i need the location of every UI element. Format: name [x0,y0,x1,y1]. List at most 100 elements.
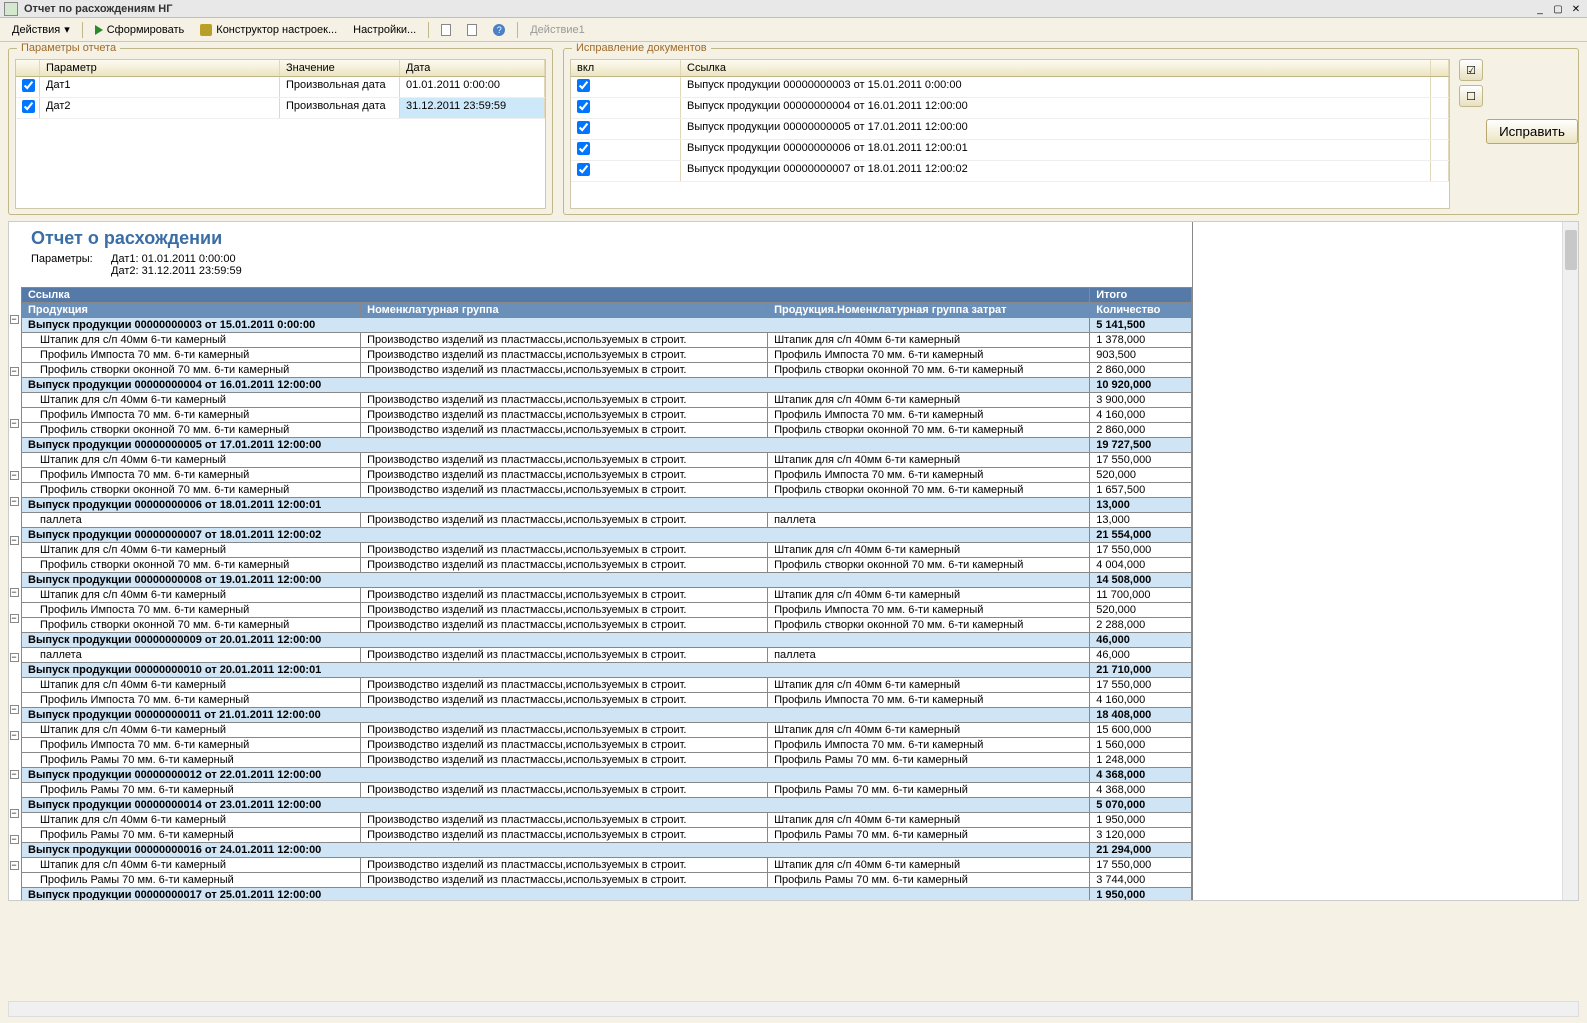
collapse-toggle[interactable]: − [10,770,19,779]
doc-checkbox[interactable] [577,142,590,155]
docs-row[interactable]: Выпуск продукции 00000000007 от 18.01.20… [571,161,1449,182]
uncheck-all-button[interactable]: ☐ [1459,85,1483,107]
docs-row[interactable]: Выпуск продукции 00000000005 от 17.01.20… [571,119,1449,140]
doc-checkbox[interactable] [577,163,590,176]
docs-row[interactable]: Выпуск продукции 00000000004 от 16.01.20… [571,98,1449,119]
close-icon[interactable]: ✕ [1569,2,1583,16]
detail-row[interactable]: Профиль Импоста 70 мм. 6-ти камерныйПрои… [22,348,1192,363]
detail-row[interactable]: Штапик для с/п 40мм 6-ти камерныйПроизво… [22,858,1192,873]
collapse-toggle[interactable]: − [10,861,19,870]
detail-row[interactable]: Профиль Импоста 70 мм. 6-ти камерныйПрои… [22,693,1192,708]
collapse-toggle[interactable]: − [10,497,19,506]
detail-row[interactable]: Профиль Рамы 70 мм. 6-ти камерныйПроизво… [22,873,1192,888]
collapse-toggle[interactable]: − [10,705,19,714]
docs-legend: Исправление документов [572,42,711,54]
group-row[interactable]: Выпуск продукции 00000000014 от 23.01.20… [22,798,1192,813]
docs-row[interactable]: Выпуск продукции 00000000003 от 15.01.20… [571,77,1449,98]
group-row[interactable]: Выпуск продукции 00000000008 от 19.01.20… [22,573,1192,588]
detail-row[interactable]: Профиль створки оконной 70 мм. 6-ти каме… [22,558,1192,573]
detail-row[interactable]: Профиль Рамы 70 мм. 6-ти камерныйПроизво… [22,828,1192,843]
group-row[interactable]: Выпуск продукции 00000000009 от 20.01.20… [22,633,1192,648]
detail-row[interactable]: Профиль створки оконной 70 мм. 6-ти каме… [22,423,1192,438]
group-row[interactable]: Выпуск продукции 00000000004 от 16.01.20… [22,378,1192,393]
collapse-toggle[interactable]: − [10,588,19,597]
docs-grid: вкл Ссылка Выпуск продукции 00000000003 … [570,59,1450,209]
doc-link: Выпуск продукции 00000000006 от 18.01.20… [681,140,1431,160]
doc-checkbox[interactable] [577,121,590,134]
group-row[interactable]: Выпуск продукции 00000000003 от 15.01.20… [22,318,1192,333]
collapse-toggle[interactable]: − [10,471,19,480]
minimize-icon[interactable]: _ [1533,2,1547,16]
detail-row[interactable]: Штапик для с/п 40мм 6-ти камерныйПроизво… [22,813,1192,828]
collapse-toggle[interactable]: − [10,419,19,428]
fix-button[interactable]: Исправить [1486,119,1578,144]
detail-row[interactable]: паллетаПроизводство изделий из пластмасс… [22,513,1192,528]
col-param: Параметр [40,60,280,76]
group-row[interactable]: Выпуск продукции 00000000007 от 18.01.20… [22,528,1192,543]
detail-row[interactable]: Штапик для с/п 40мм 6-ти камерныйПроизво… [22,453,1192,468]
param-value: Произвольная дата [280,77,400,97]
param-checkbox[interactable] [22,100,35,113]
restore-icon[interactable]: ▢ [1551,2,1565,16]
detail-row[interactable]: Профиль Рамы 70 мм. 6-ти камерныйПроизво… [22,753,1192,768]
horizontal-scrollbar[interactable] [8,1001,1579,1017]
detail-row[interactable]: Профиль Импоста 70 мм. 6-ти камерныйПрои… [22,603,1192,618]
detail-row[interactable]: Штапик для с/п 40мм 6-ти камерныйПроизво… [22,678,1192,693]
collapse-toggle[interactable]: − [10,315,19,324]
collapse-toggle[interactable]: − [10,809,19,818]
detail-row[interactable]: Профиль Импоста 70 мм. 6-ти камерныйПрои… [22,468,1192,483]
titlebar: Отчет по расхождениям НГ _ ▢ ✕ [0,0,1587,18]
check-all-button[interactable]: ☑ [1459,59,1483,81]
document-icon [441,24,451,36]
report-table: Ссылка Итого Продукция Номенклатурная гр… [21,287,1192,900]
group-row[interactable]: Выпуск продукции 00000000011 от 21.01.20… [22,708,1192,723]
group-row[interactable]: Выпуск продукции 00000000005 от 17.01.20… [22,438,1192,453]
detail-row[interactable]: Профиль створки оконной 70 мм. 6-ти каме… [22,363,1192,378]
app-icon [4,2,18,16]
collapse-toggle[interactable]: − [10,731,19,740]
detail-row[interactable]: Штапик для с/п 40мм 6-ти камерныйПроизво… [22,543,1192,558]
vertical-scrollbar[interactable] [1562,222,1578,900]
detail-row[interactable]: Штапик для с/п 40мм 6-ти камерныйПроизво… [22,333,1192,348]
detail-row[interactable]: Профиль створки оконной 70 мм. 6-ти каме… [22,483,1192,498]
collapse-toggle[interactable]: − [10,367,19,376]
collapse-toggle[interactable]: − [10,614,19,623]
help-button[interactable]: ? [487,22,511,38]
detail-row[interactable]: Штапик для с/п 40мм 6-ти камерныйПроизво… [22,393,1192,408]
action1-button[interactable]: Действие1 [524,22,590,38]
col-on: вкл [571,60,681,76]
params-row[interactable]: Дат1Произвольная дата01.01.2011 0:00:00 [16,77,545,98]
params-row[interactable]: Дат2Произвольная дата31.12.2011 23:59:59 [16,98,545,119]
detail-row[interactable]: Профиль створки оконной 70 мм. 6-ти каме… [22,618,1192,633]
actions-menu[interactable]: Действия ▾ [6,21,76,38]
group-row[interactable]: Выпуск продукции 00000000012 от 22.01.20… [22,768,1192,783]
settings-designer-button[interactable]: Конструктор настроек... [194,22,343,38]
doc-checkbox[interactable] [577,100,590,113]
form-button[interactable]: Сформировать [89,22,191,38]
settings-button[interactable]: Настройки... [347,22,422,38]
detail-row[interactable]: Штапик для с/п 40мм 6-ти камерныйПроизво… [22,588,1192,603]
docs-row[interactable]: Выпуск продукции 00000000006 от 18.01.20… [571,140,1449,161]
detail-row[interactable]: Профиль Импоста 70 мм. 6-ти камерныйПрои… [22,408,1192,423]
collapse-toggle[interactable]: − [10,835,19,844]
group-row[interactable]: Выпуск продукции 00000000010 от 20.01.20… [22,663,1192,678]
doc-checkbox[interactable] [577,79,590,92]
group-row[interactable]: Выпуск продукции 00000000006 от 18.01.20… [22,498,1192,513]
collapse-toggle[interactable]: − [10,536,19,545]
params-panel: Параметры отчета Параметр Значение Дата … [8,48,553,215]
param-checkbox[interactable] [22,79,35,92]
docs-side-buttons: ☑ ☐ [1456,59,1486,208]
detail-row[interactable]: Штапик для с/п 40мм 6-ти камерныйПроизво… [22,723,1192,738]
params-legend: Параметры отчета [17,42,120,54]
detail-row[interactable]: Профиль Рамы 70 мм. 6-ти камерныйПроизво… [22,783,1192,798]
detail-row[interactable]: Профиль Импоста 70 мм. 6-ти камерныйПрои… [22,738,1192,753]
params-label: Параметры: [31,253,111,265]
doc-button-2[interactable] [461,22,483,38]
group-row[interactable]: Выпуск продукции 00000000016 от 24.01.20… [22,843,1192,858]
collapse-toggle[interactable]: − [10,653,19,662]
doc-button[interactable] [435,22,457,38]
group-row[interactable]: Выпуск продукции 00000000017 от 25.01.20… [22,888,1192,901]
detail-row[interactable]: паллетаПроизводство изделий из пластмасс… [22,648,1192,663]
hdr-link: Ссылка [22,288,1090,303]
report-params: Параметры: Дат1: 01.01.2011 0:00:00 Дат2… [21,253,1192,287]
